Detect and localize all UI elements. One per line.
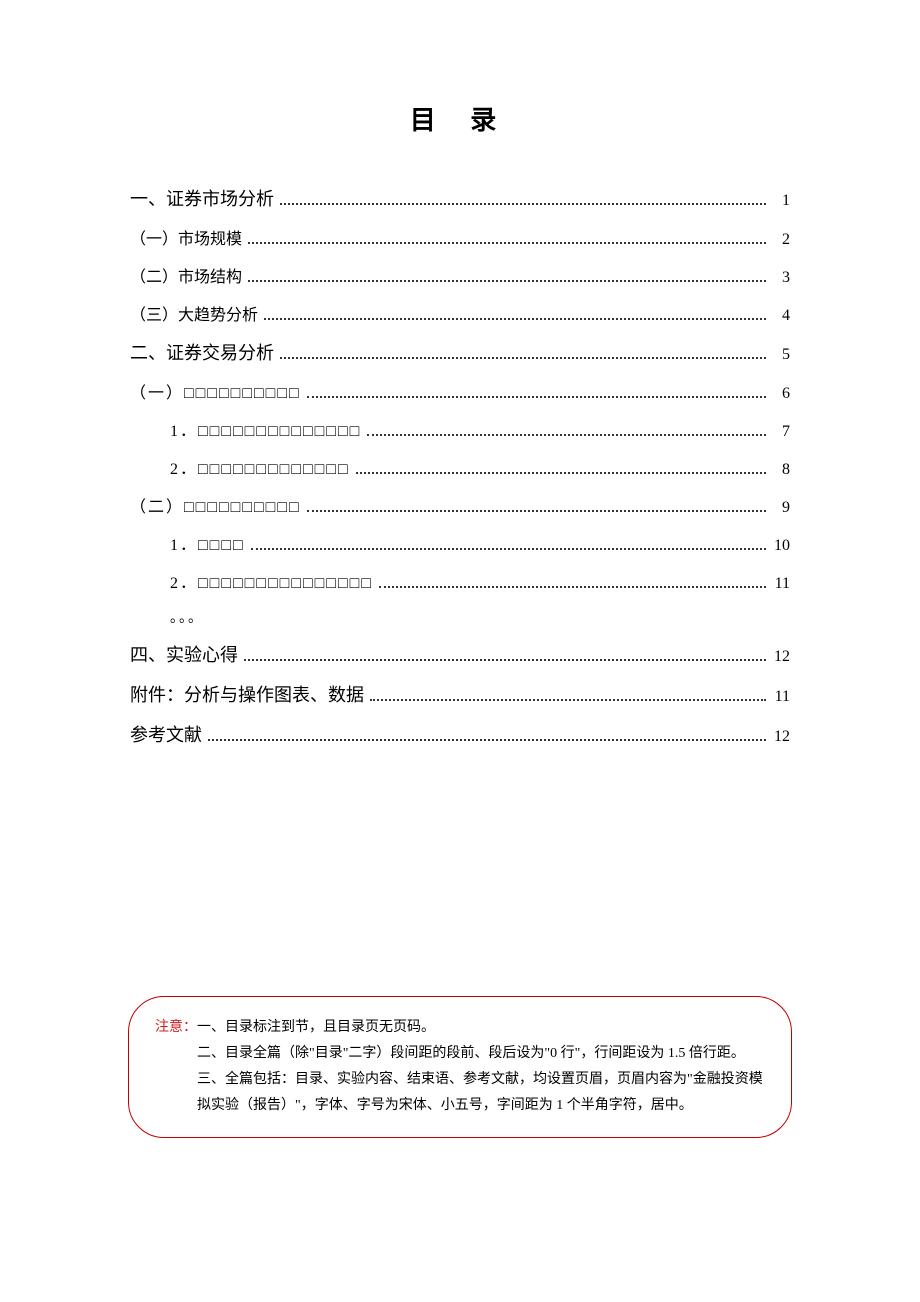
- toc-entry-label: （二）市场结构: [130, 263, 242, 287]
- toc-entry: （一）市场规模 2: [130, 225, 790, 249]
- toc-leader-dots: [264, 318, 766, 320]
- toc-entry-page: 5: [772, 346, 790, 364]
- toc-leader-dots: [280, 203, 766, 205]
- toc-entry-label: 参考文献: [130, 721, 202, 747]
- document-page: 目 录 一、证券市场分析 1 （一）市场规模 2 （二）市场结构 3 （三）大趋势分析 4 二、…: [0, 0, 920, 1302]
- toc-entry: 2．□□□□□□□□□□□□□ 8: [130, 455, 790, 479]
- toc-entry-page: 7: [772, 423, 790, 441]
- note-lead-label: 注意：: [155, 1020, 197, 1035]
- toc-entry: 1．□□□□□□□□□□□□□□ 7: [130, 417, 790, 441]
- note-box: 注意：一、目录标注到节，且目录页无页码。 二、目录全篇（除"目录"二字）段间距的…: [128, 996, 792, 1138]
- toc-leader-dots: [307, 510, 766, 512]
- toc-entry-label: 2．□□□□□□□□□□□□□□□: [170, 569, 373, 593]
- toc-entry-label: 四、实验心得: [130, 641, 238, 667]
- toc-leader-dots: [379, 586, 766, 588]
- toc-leader-dots: [251, 548, 766, 550]
- toc-leader-dots: [307, 396, 766, 398]
- toc-entry-label: 1．□□□□□□□□□□□□□□: [170, 417, 361, 441]
- toc-entry: 二、证券交易分析 5: [130, 339, 790, 365]
- note-line-1: 一、目录标注到节，且目录页无页码。: [197, 1020, 435, 1035]
- toc-entry-page: 6: [772, 385, 790, 403]
- toc-leader-dots: [367, 434, 766, 436]
- toc-entry-label: （三）大趋势分析: [130, 301, 258, 325]
- toc-entry: 附件：分析与操作图表、数据 11: [130, 681, 790, 707]
- toc-entry-label: （二）□□□□□□□□□□: [130, 493, 301, 517]
- toc-entry: 1．□□□□ 10: [130, 531, 790, 555]
- toc-entry: （二）□□□□□□□□□□ 9: [130, 493, 790, 517]
- note-box-wrap: 注意：一、目录标注到节，且目录页无页码。 二、目录全篇（除"目录"二字）段间距的…: [128, 996, 792, 1138]
- toc-entry-page: 4: [772, 307, 790, 325]
- toc-title: 目 录: [130, 100, 790, 137]
- toc-entry-label: （一）市场规模: [130, 225, 242, 249]
- toc-entry-label: （一）□□□□□□□□□□: [130, 379, 301, 403]
- note-line-2: 二、目录全篇（除"目录"二字）段间距的段前、段后设为"0 行"，行间距设为 1.…: [155, 1041, 765, 1067]
- toc-entry-label: 2．□□□□□□□□□□□□□: [170, 455, 350, 479]
- toc-entry: 四、实验心得 12: [130, 641, 790, 667]
- toc-entry: （一）□□□□□□□□□□ 6: [130, 379, 790, 403]
- toc-entry-page: 8: [772, 461, 790, 479]
- table-of-contents: 一、证券市场分析 1 （一）市场规模 2 （二）市场结构 3 （三）大趋势分析 4 二、证券交易…: [130, 185, 790, 747]
- toc-entry-page: 9: [772, 499, 790, 517]
- toc-entry-page: 10: [772, 537, 790, 555]
- toc-ellipsis: 。。。: [130, 607, 790, 627]
- toc-entry-page: 12: [772, 728, 790, 746]
- toc-leader-dots: [280, 357, 766, 359]
- toc-entry-page: 2: [772, 231, 790, 249]
- toc-leader-dots: [208, 739, 766, 741]
- toc-entry-page: 11: [772, 575, 790, 593]
- toc-entry: 参考文献 12: [130, 721, 790, 747]
- toc-entry: 一、证券市场分析 1: [130, 185, 790, 211]
- toc-entry-label: 二、证券交易分析: [130, 339, 274, 365]
- toc-entry-page: 12: [772, 648, 790, 666]
- toc-leader-dots: [244, 659, 766, 661]
- toc-entry-label: 附件：分析与操作图表、数据: [130, 681, 364, 707]
- toc-entry: （二）市场结构 3: [130, 263, 790, 287]
- toc-entry-page: 3: [772, 269, 790, 287]
- note-line-3: 三、全篇包括：目录、实验内容、结束语、参考文献，均设置页眉，页眉内容为"金融投资…: [155, 1067, 765, 1119]
- toc-entry-label: 1．□□□□: [170, 531, 245, 555]
- toc-entry-page: 1: [772, 192, 790, 210]
- toc-leader-dots: [248, 280, 766, 282]
- toc-entry-page: 11: [772, 688, 790, 706]
- toc-entry: （三）大趋势分析 4: [130, 301, 790, 325]
- toc-entry-label: 一、证券市场分析: [130, 185, 274, 211]
- toc-leader-dots: [356, 472, 766, 474]
- toc-entry: 2．□□□□□□□□□□□□□□□ 11: [130, 569, 790, 593]
- content-area: 目 录 一、证券市场分析 1 （一）市场规模 2 （二）市场结构 3 （三）大趋势分析 4 二、…: [130, 100, 790, 761]
- toc-leader-dots: [248, 242, 766, 244]
- toc-leader-dots: [370, 699, 766, 701]
